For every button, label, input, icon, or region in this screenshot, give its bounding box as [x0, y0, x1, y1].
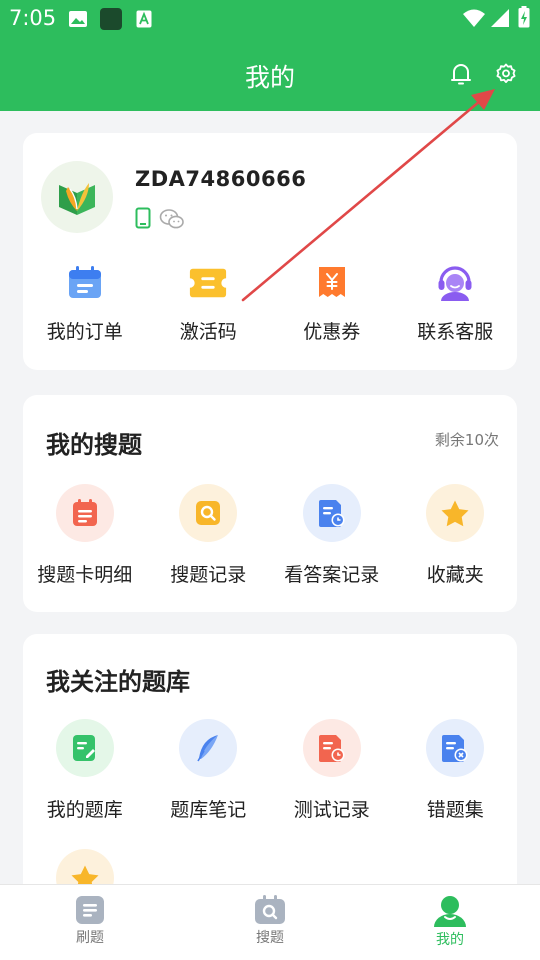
customer-service-label: 联系客服 — [417, 321, 494, 343]
notes-feather-icon — [197, 735, 219, 762]
my-orders-label: 我的订单 — [46, 321, 123, 343]
order-icon — [68, 266, 101, 298]
my-question-bank-button[interactable]: 我的题库 — [23, 719, 147, 822]
search-card-icon — [72, 499, 97, 526]
tab-profile[interactable]: 我的 — [360, 885, 540, 960]
bottom-tab-bar: 刷题 搜题 我的 — [0, 884, 540, 960]
test-record-icon — [318, 735, 345, 762]
search-history-icon — [196, 501, 221, 525]
title-bar: 我的 — [0, 44, 540, 102]
bell-icon — [451, 64, 471, 85]
search-history-button[interactable]: 搜题记录 — [147, 484, 271, 587]
bank-notes-label: 题库笔记 — [170, 799, 247, 821]
answer-record-label: 看答案记录 — [284, 564, 380, 586]
wifi-icon — [463, 9, 485, 27]
app-notification-icon — [100, 8, 122, 30]
signal-icon — [491, 9, 509, 27]
search-history-label: 搜题记录 — [170, 564, 247, 586]
font-notification-icon — [136, 10, 152, 28]
notifications-button[interactable] — [445, 58, 477, 90]
status-time: 7:05 — [9, 6, 57, 30]
quick-actions: 我的订单 激活码 优惠券 联系客服 — [23, 263, 517, 344]
tab-practice[interactable]: 刷题 — [0, 885, 180, 960]
test-records-label: 测试记录 — [293, 799, 370, 821]
customer-service-icon — [438, 266, 472, 301]
gear-icon — [496, 63, 516, 83]
tab-profile-label: 我的 — [436, 932, 464, 948]
my-search-grid: 搜题卡明细 搜题记录 看答案记录 收藏夹 — [23, 484, 517, 587]
phone-bound-icon[interactable] — [135, 207, 151, 229]
coupons-button[interactable]: 优惠券 — [270, 263, 394, 344]
my-search-card: 我的搜题 剩余10次 搜题卡明细 搜题记录 看答案记录 收藏夹 — [23, 395, 517, 612]
my-search-title: 我的搜题 — [46, 431, 142, 459]
followed-banks-grid: 我的题库 题库笔记 测试记录 错题集 — [23, 719, 517, 822]
search-card-details-label: 搜题卡明细 — [37, 564, 133, 586]
tab-search[interactable]: 搜题 — [180, 885, 360, 960]
settings-button[interactable] — [490, 58, 522, 90]
customer-service-button[interactable]: 联系客服 — [394, 263, 518, 344]
my-orders-button[interactable]: 我的订单 — [23, 263, 147, 344]
answer-record-button[interactable]: 看答案记录 — [270, 484, 394, 587]
profile-card: ZDA74860666 我的订单 激活码 优惠券 联系客服 — [23, 133, 517, 370]
favorites-star-icon — [441, 500, 469, 527]
username: ZDA74860666 — [135, 167, 307, 191]
favorites-label: 收藏夹 — [426, 564, 484, 586]
wechat-unbound-icon[interactable] — [159, 208, 185, 230]
status-bar: 7:05 — [0, 0, 540, 36]
search-card-details-button[interactable]: 搜题卡明细 — [23, 484, 147, 587]
profile-tab-icon — [434, 896, 466, 927]
wrong-questions-label: 错题集 — [426, 799, 484, 821]
tab-practice-label: 刷题 — [76, 930, 104, 946]
ticket-icon — [190, 268, 227, 298]
my-question-bank-label: 我的题库 — [46, 799, 123, 821]
wrong-questions-button[interactable]: 错题集 — [394, 719, 518, 822]
coupon-icon — [318, 267, 345, 297]
coupons-label: 优惠券 — [303, 321, 361, 343]
tab-search-label: 搜题 — [256, 930, 284, 946]
followed-banks-title: 我关注的题库 — [46, 668, 190, 696]
activation-code-label: 激活码 — [179, 321, 237, 343]
wrong-questions-icon — [442, 735, 468, 762]
gallery-notification-icon — [69, 11, 87, 27]
bank-notes-button[interactable]: 题库笔记 — [147, 719, 271, 822]
practice-icon — [76, 896, 104, 924]
battery-icon — [518, 6, 530, 28]
app-header: 7:05 我的 — [0, 0, 540, 111]
test-records-button[interactable]: 测试记录 — [270, 719, 394, 822]
my-bank-icon — [72, 735, 95, 761]
activation-code-button[interactable]: 激活码 — [147, 263, 271, 344]
avatar[interactable] — [41, 161, 113, 233]
app-logo-icon — [59, 183, 95, 215]
answer-record-icon — [318, 500, 345, 527]
favorites-button[interactable]: 收藏夹 — [394, 484, 518, 587]
followed-banks-card: 我关注的题库 我的题库 题库笔记 测试记录 错题集 — [23, 634, 517, 914]
remaining-count: 剩余10次 — [434, 431, 499, 449]
search-tab-icon — [255, 895, 285, 924]
